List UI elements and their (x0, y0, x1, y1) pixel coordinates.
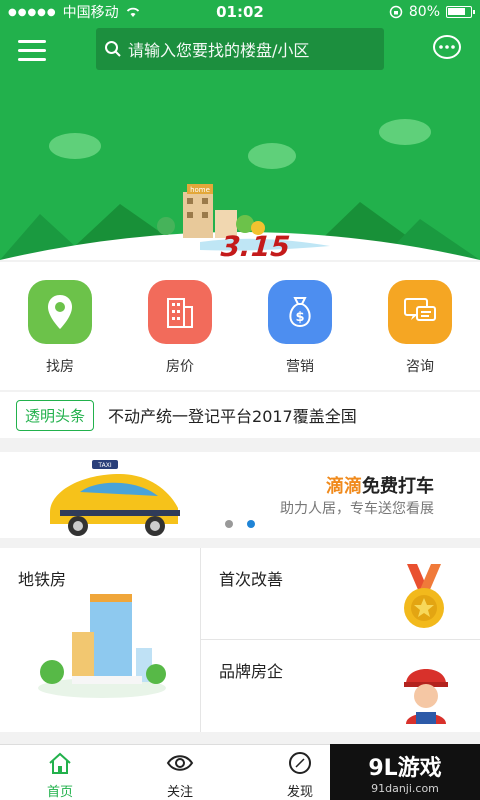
search-icon (105, 41, 121, 57)
money-bag-icon: $ (268, 280, 332, 344)
headline-text[interactable]: 不动产统一登记平台2017覆盖全国 (108, 403, 357, 427)
status-bar: ●●●●● 中国移动 01:02 80% (0, 0, 480, 24)
promo-315-graphic: 3.15 (216, 230, 294, 260)
tower-building-illustration (38, 594, 166, 698)
quick-action-label: 咨询 (406, 359, 434, 375)
quick-action-label: 找房 (46, 359, 74, 375)
quick-action-label: 房价 (166, 359, 194, 375)
medal-icon (404, 564, 444, 628)
hero-banner: home 3.15 请输入您要找的楼盘/小区 (0, 24, 480, 260)
category-first-improve[interactable]: 首次改善 (200, 548, 480, 640)
tab-label: 首页 (46, 785, 73, 800)
carousel-dot[interactable] (225, 520, 233, 528)
category-subway-house[interactable]: 地铁房 (0, 548, 199, 732)
compass-icon (289, 752, 311, 774)
headline-row[interactable]: 透明头条 不动产统一登记平台2017覆盖全国 (0, 392, 480, 438)
banner-subtitle: 助力人居，专车送您看展 (280, 501, 434, 517)
carrier-label: 中国移动 (62, 5, 119, 21)
taxi-illustration: TAXI (50, 460, 180, 536)
category-grid: 地铁房 首次改善 品牌房企 (0, 548, 480, 732)
tab-follow[interactable]: 关注 (120, 745, 240, 800)
building-icon (148, 280, 212, 344)
banner-title: 滴滴免费打车 (326, 472, 434, 498)
home-icon (49, 752, 71, 774)
quick-actions: 找房 房价 $ 营销 咨询 (0, 262, 480, 390)
tab-home[interactable]: 首页 (0, 745, 120, 800)
signal-icon: ●●●●● (8, 6, 57, 18)
search-bar[interactable]: 请输入您要找的楼盘/小区 (96, 28, 384, 70)
quick-action-find-house[interactable]: 找房 (15, 280, 105, 390)
category-brand-developer[interactable]: 品牌房企 (200, 640, 480, 732)
message-icon[interactable] (432, 34, 462, 62)
chat-bubbles-icon (388, 280, 452, 344)
battery-icon (446, 6, 475, 18)
location-pin-icon (28, 280, 92, 344)
site-watermark: 9L游戏 91danji.com (330, 744, 480, 800)
banner-title-highlight: 滴滴 (326, 476, 362, 497)
category-label: 品牌房企 (219, 662, 284, 681)
carousel-dot-active[interactable] (247, 520, 255, 528)
promo-banner[interactable]: TAXI 滴滴免费打车 助力人居，专车送您看展 (0, 452, 480, 538)
wifi-icon (126, 7, 139, 17)
quick-action-label: 营销 (286, 359, 314, 375)
quick-action-marketing[interactable]: $ 营销 (255, 280, 345, 390)
status-time: 01:02 (216, 3, 264, 21)
menu-button[interactable] (18, 40, 46, 62)
eye-icon (166, 755, 194, 771)
watermark-logo: 9L游戏 (368, 755, 442, 781)
svg-text:TAXI: TAXI (97, 462, 111, 469)
watermark-site: 91danji.com (371, 781, 439, 795)
headline-tag: 透明头条 (16, 399, 95, 431)
quick-action-consult[interactable]: 咨询 (375, 280, 465, 390)
tab-label: 关注 (166, 785, 193, 800)
search-placeholder: 请输入您要找的楼盘/小区 (128, 41, 310, 60)
category-label: 地铁房 (18, 570, 67, 589)
quick-action-price[interactable]: 房价 (135, 280, 225, 390)
rotation-lock-icon (389, 5, 403, 19)
banner-title-rest: 免费打车 (362, 476, 434, 497)
worker-helmet-icon (404, 669, 448, 724)
category-label: 首次改善 (219, 570, 284, 589)
battery-percent: 80% (408, 4, 440, 20)
home-sign: home (190, 186, 210, 194)
svg-text:$: $ (295, 310, 304, 325)
